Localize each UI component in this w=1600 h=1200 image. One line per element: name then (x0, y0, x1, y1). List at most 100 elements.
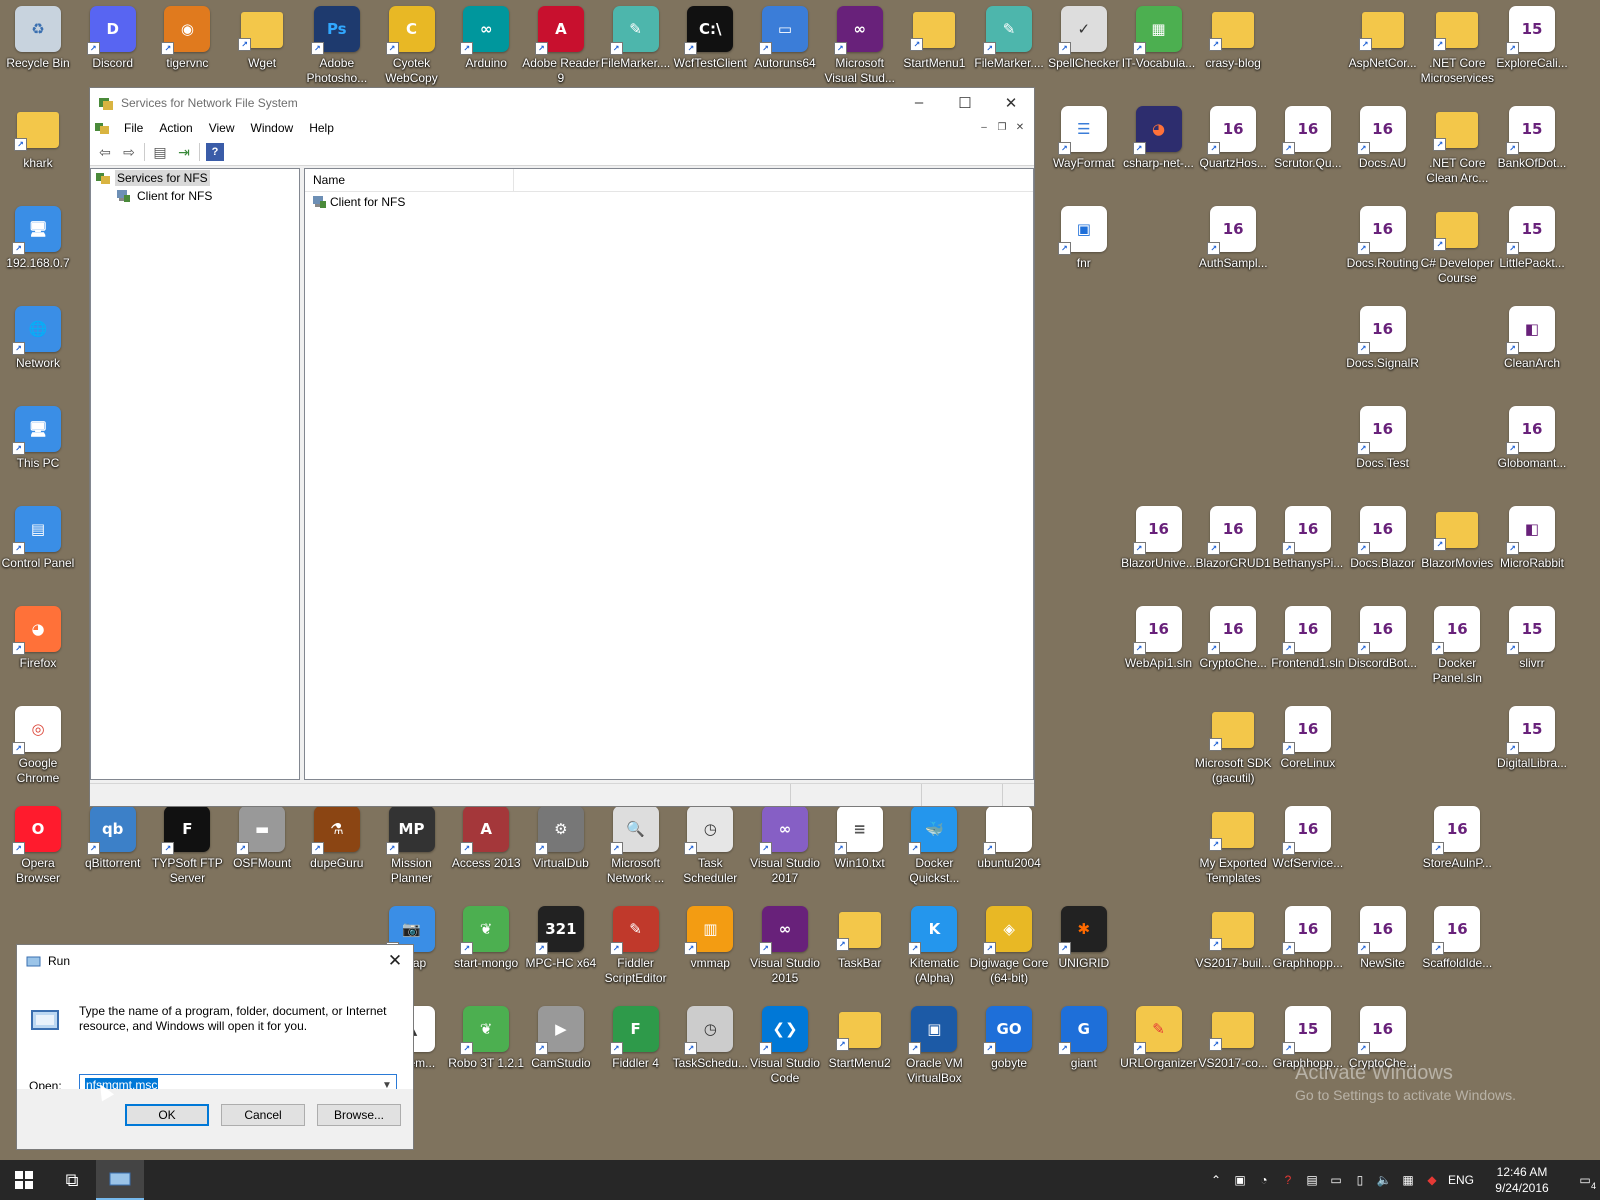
desktop-icon[interactable]: 16 ↗ Docker Panel.sln (1419, 600, 1495, 698)
desktop-icon[interactable]: 16 ↗ Docs.SignalR (1345, 300, 1421, 398)
desktop-icon[interactable]: ✎ ↗ FileMarker.... (971, 0, 1047, 98)
desktop-icon[interactable]: ◈ ↗ Digiwage Core (64-bit) (970, 900, 1048, 998)
desktop-icon[interactable]: ◉ ↗ tigervnc (149, 0, 225, 98)
desktop-icon[interactable]: 16 ↗ Graphhopp... (1270, 900, 1346, 998)
cancel-button[interactable]: Cancel (221, 1104, 305, 1126)
task-view-button[interactable]: ⧉ (48, 1160, 96, 1200)
desktop-icon[interactable]: ↗ Microsoft SDK (gacutil) (1195, 700, 1272, 798)
action-center-icon[interactable]: ▭ 4 (1570, 1173, 1600, 1191)
desktop-icon[interactable]: ↗ .NET Core Microservices (1419, 0, 1495, 98)
desktop-icon[interactable]: ∞ ↗ Visual Studio 2017 (747, 800, 823, 898)
desktop-icon[interactable]: ▬ ↗ OSFMount (224, 800, 300, 898)
desktop-icon[interactable]: 🖥 ↗ This PC (0, 400, 76, 498)
desktop-icon[interactable]: A ↗ Adobe Reader 9 (522, 0, 600, 98)
desktop-icon[interactable]: ❦ ↗ Robo 3T 1.2.1 (448, 1000, 524, 1098)
desktop-icon[interactable]: ≡ ↗ Win10.txt (822, 800, 898, 898)
desktop-icon[interactable]: 16 ↗ AuthSampl... (1195, 200, 1271, 298)
desktop-icon[interactable]: ↗ crasy-blog (1195, 0, 1271, 98)
desktop-icon[interactable]: ◷ ↗ Task Scheduler (672, 800, 748, 898)
desktop-icon[interactable]: ↗ C# Developer Course (1419, 200, 1495, 298)
desktop-icon[interactable]: 16 ↗ Docs.Test (1345, 400, 1421, 498)
language-indicator[interactable]: ENG (1448, 1173, 1474, 1187)
desktop-icon[interactable]: ↗ Wget (224, 0, 300, 98)
desktop-icon[interactable]: C ↗ Cyotek WebCopy (374, 0, 450, 98)
desktop-icon[interactable]: 16 ↗ Docs.Routing (1345, 200, 1421, 298)
discord-tray-icon[interactable]: ◔ (1256, 1173, 1272, 1187)
minimize-button[interactable]: – (896, 88, 942, 117)
desktop-icon[interactable]: ⚗ ↗ dupeGuru (299, 800, 375, 898)
desktop-icon[interactable]: ✎ ↗ Fiddler ScriptEditor (598, 900, 674, 998)
column-header-name[interactable]: Name (305, 169, 514, 191)
menu-action[interactable]: Action (151, 121, 200, 135)
desktop-icon[interactable]: F ↗ TYPSoft FTP Server (149, 800, 225, 898)
desktop-icon[interactable]: F ↗ Fiddler 4 (598, 1000, 674, 1098)
desktop-icon[interactable]: ↗ AspNetCor... (1345, 0, 1421, 98)
desktop-icon[interactable]: ♻ Recycle Bin (0, 0, 76, 98)
clock[interactable]: 12:46 AM 9/24/2016 (1482, 1164, 1562, 1196)
desktop-icon[interactable]: ↗ My Exported Templates (1195, 800, 1271, 898)
desktop-icon[interactable]: G ↗ giant (1046, 1000, 1122, 1098)
display-tray-icon[interactable]: ▭ (1328, 1173, 1344, 1187)
volume-icon[interactable]: 🔈 (1376, 1173, 1392, 1187)
desktop-icon[interactable]: ↗ .NET Core Clean Arc... (1419, 100, 1495, 198)
desktop-icon[interactable]: ↗ VS2017-buil... (1195, 900, 1271, 998)
run-titlebar[interactable]: Run ✕ (17, 945, 413, 976)
desktop-icon[interactable]: 16 ↗ Docs.AU (1345, 100, 1421, 198)
desktop-icon[interactable]: ✓ ↗ SpellChecker (1046, 0, 1122, 98)
menu-file[interactable]: File (116, 121, 151, 135)
desktop-icon[interactable]: ↗ TaskBar (822, 900, 898, 998)
desktop-icon[interactable]: C:\ ↗ WcfTestClient (672, 0, 748, 98)
desktop-icon[interactable]: ◕ ↗ csharp-net-... (1121, 100, 1197, 198)
desktop-icon[interactable]: 16 ↗ Frontend1.sln (1270, 600, 1346, 698)
desktop-icon[interactable]: ∞ ↗ Visual Studio 2015 (747, 900, 823, 998)
run-close-button[interactable]: ✕ (377, 951, 413, 971)
help-icon[interactable]: ? (206, 143, 224, 161)
desktop-icon[interactable]: 15 ↗ BankOfDot... (1494, 100, 1570, 198)
desktop-icon[interactable]: ⚙ ↗ VirtualDub (523, 800, 599, 898)
browse-button[interactable]: Browse... (317, 1104, 401, 1126)
menu-window[interactable]: Window (243, 121, 302, 135)
desktop-icon[interactable]: ∞ ↗ Microsoft Visual Stud... (822, 0, 898, 98)
desktop-icon[interactable]: GO ↗ gobyte (971, 1000, 1047, 1098)
mmc-window[interactable]: Services for Network File System – ☐ ✕ F… (89, 87, 1035, 807)
desktop-icon[interactable]: ▦ ↗ IT-Vocabula... (1121, 0, 1197, 98)
desktop-icon[interactable]: ▣ ↗ Oracle VM VirtualBox (896, 1000, 972, 1098)
desktop-icon[interactable]: 16 ↗ BethanysPi... (1270, 500, 1346, 598)
desktop-icon[interactable]: 16 ↗ Scrutor.Qu... (1270, 100, 1346, 198)
tree-node-services-for-nfs[interactable]: Services for NFS (91, 169, 299, 187)
desktop-icon[interactable]: A ↗ Access 2013 (448, 800, 524, 898)
mdi-minimize-icon[interactable]: – (976, 120, 992, 135)
desktop-icon[interactable]: ☰ ↗ WayFormat (1046, 100, 1122, 198)
mdi-close-icon[interactable]: ✕ (1012, 120, 1028, 135)
desktop-icon[interactable]: ↗ BlazorMovies (1419, 500, 1495, 598)
mdi-restore-icon[interactable]: ❐ (994, 120, 1010, 135)
desktop-icon[interactable]: Ps ↗ Adobe Photosho... (299, 0, 375, 98)
tray-app-icon[interactable]: ▣ (1232, 1173, 1248, 1187)
desktop-icon[interactable]: 16 ↗ CoreLinux (1270, 700, 1346, 798)
desktop-icon[interactable]: ∞ ↗ Arduino (448, 0, 524, 98)
start-button[interactable] (0, 1160, 48, 1200)
taskbar-item-run[interactable] (96, 1160, 144, 1200)
close-button[interactable]: ✕ (988, 88, 1034, 117)
usb-tray-icon[interactable]: ▯ (1352, 1173, 1368, 1187)
tree-node-client-for-nfs[interactable]: Client for NFS (91, 187, 299, 205)
desktop-icon[interactable]: ▤ ↗ Control Panel (0, 500, 76, 598)
desktop-icon[interactable]: 16 ↗ BlazorUnive... (1121, 500, 1197, 598)
desktop-icon[interactable]: ↗ StartMenu1 (896, 0, 972, 98)
console-tree[interactable]: Services for NFS Client for NFS (90, 168, 300, 780)
desktop-icon[interactable]: 15 ↗ ExploreCali... (1494, 0, 1570, 98)
desktop-icon[interactable]: ❦ ↗ start-mongo (448, 900, 524, 998)
desktop-icon[interactable]: 16 ↗ BlazorCRUD1 (1195, 500, 1271, 598)
desktop-icon[interactable]: 16 ↗ Docs.Blazor (1345, 500, 1421, 598)
desktop-icon[interactable]: ✎ ↗ URLOrganizer (1120, 1000, 1197, 1098)
desktop-icon[interactable]: ✱ ↗ UNIGRID (1046, 900, 1122, 998)
desktop-icon[interactable]: ✎ ↗ FileMarker.... (598, 0, 674, 98)
network-tray-icon[interactable]: ▤ (1304, 1173, 1320, 1187)
ok-button[interactable]: OK (125, 1104, 209, 1126)
back-arrow-icon[interactable]: ⇦ (96, 143, 114, 161)
desktop-icon[interactable]: ↗ StartMenu2 (822, 1000, 898, 1098)
console-icon[interactable] (94, 121, 110, 135)
desktop-icon[interactable]: 🌐 ↗ Network (0, 300, 76, 398)
desktop-icon[interactable]: ▭ ↗ Autoruns64 (747, 0, 823, 98)
desktop-icon[interactable]: MP ↗ Mission Planner (374, 800, 450, 898)
